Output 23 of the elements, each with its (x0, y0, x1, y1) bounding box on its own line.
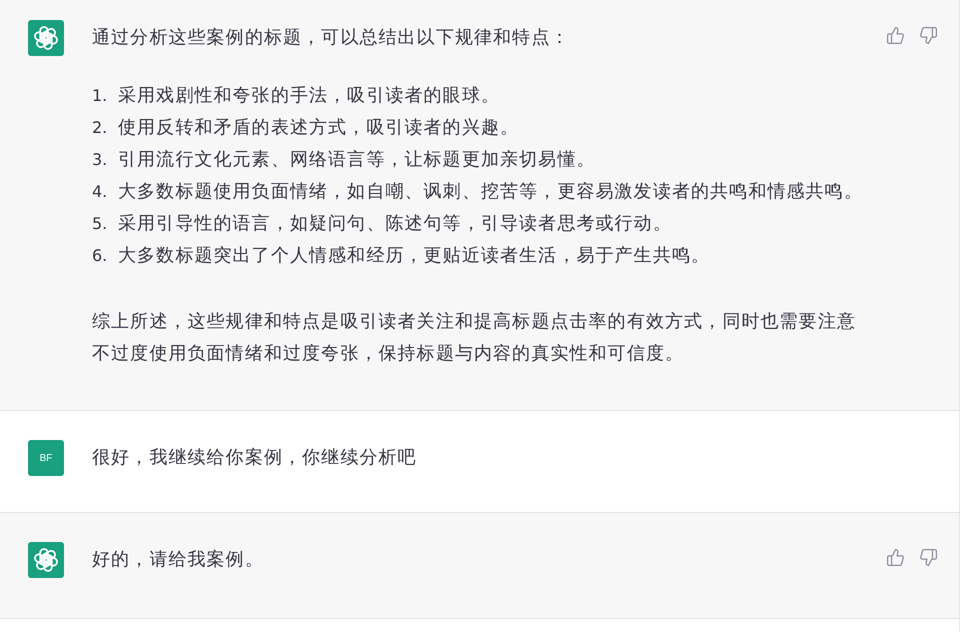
thumbs-up-icon[interactable] (886, 26, 905, 45)
thumbs-down-icon[interactable] (919, 548, 938, 567)
user-avatar: BF (28, 440, 64, 476)
list-number: 5. (92, 213, 108, 235)
list-number: 1. (92, 85, 108, 107)
flower-logo-icon (28, 542, 64, 578)
list-number: 2. (92, 117, 108, 139)
thumbs-down-icon[interactable] (919, 26, 938, 45)
list-item-text: 大多数标题突出了个人情感和经历，更贴近读者生活，易于产生共鸣。 (118, 244, 710, 268)
thumbs-up-icon[interactable] (886, 548, 905, 567)
list-number: 6. (92, 245, 108, 267)
list-item-text: 引用流行文化元素、网络语言等，让标题更加亲切易懂。 (118, 148, 596, 172)
message-text: 综上所述，这些规律和特点是吸引读者关注和提高标题点击率的有效方式，同时也需要注意不过度使用负面情绪和过度夸张，保持标题与内容的真实性和可信度。 (92, 310, 857, 366)
list-item-text: 使用反转和矛盾的表述方式，吸引读者的兴趣。 (118, 116, 520, 140)
flower-logo-icon (28, 20, 64, 56)
list-item-text: 采用戏剧性和夸张的手法，吸引读者的眼球。 (118, 84, 500, 108)
message-text: 通过分析这些案例的标题，可以总结出以下规律和特点： (92, 26, 570, 50)
list-item-text: 采用引导性的语言，如疑问句、陈述句等，引导读者思考或行动。 (118, 212, 672, 236)
list-number: 3. (92, 149, 108, 171)
message-text: 好的，请给我案例。 (92, 548, 265, 572)
list-item-text: 大多数标题使用负面情绪，如自嘲、讽刺、挖苦等，更容易激发读者的共鸣和情感共鸣。 (118, 180, 863, 204)
list-number: 4. (92, 181, 108, 203)
message-text: 很好，我继续给你案例，你继续分析吧 (92, 446, 418, 470)
